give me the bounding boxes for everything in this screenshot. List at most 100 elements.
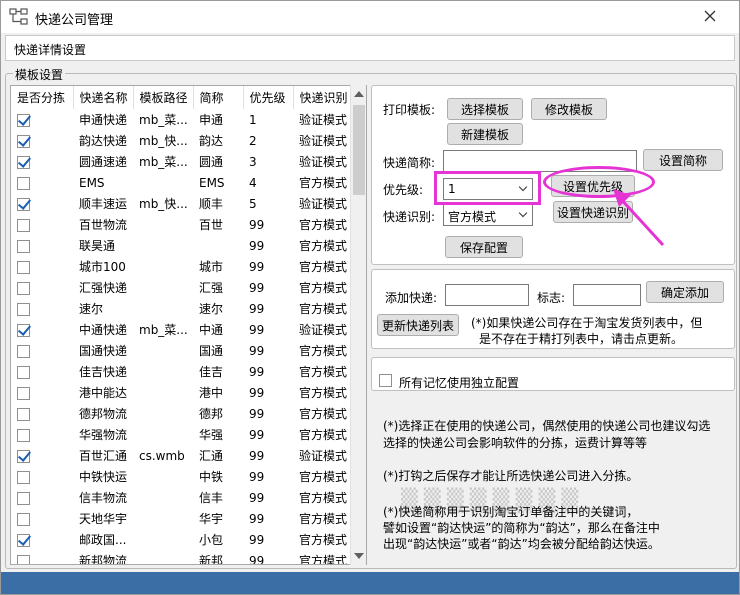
scroll-up-icon[interactable]: [354, 91, 364, 97]
sort-checkbox[interactable]: [17, 176, 30, 190]
abbr-cell: 港中: [199, 386, 224, 400]
abbr-cell: 城市: [199, 260, 224, 274]
recognition-select[interactable]: 官方模式: [443, 204, 533, 226]
table-row[interactable]: 韵达快递 mb_快... 韵达 2 验证模式: [11, 130, 351, 151]
table-row[interactable]: EMS EMS 4 官方模式: [11, 172, 351, 193]
sort-cell: [11, 424, 73, 445]
priority-cell: 99: [249, 280, 265, 295]
table-row[interactable]: 顺丰速运 mb_快... 顺丰 5 验证模式: [11, 193, 351, 214]
table-scrollbar[interactable]: [350, 85, 366, 565]
confirm-add-button[interactable]: 确定添加: [646, 281, 724, 303]
scroll-thumb[interactable]: [353, 105, 365, 195]
print-template-label: 打印模板:: [383, 103, 436, 117]
column-header-recognition[interactable]: 快递识别: [293, 86, 352, 109]
table-row[interactable]: 城市100 城市 99 官方模式: [11, 256, 351, 277]
table-row[interactable]: 中铁快运 中铁 99 官方模式: [11, 466, 351, 487]
recognition-cell: 官方模式: [299, 512, 348, 526]
sort-checkbox[interactable]: [17, 344, 30, 358]
table-row[interactable]: 港中能达 港中 99 官方模式: [11, 382, 351, 403]
sort-checkbox[interactable]: [17, 386, 30, 400]
column-header-abbr[interactable]: 简称: [193, 86, 244, 109]
courier-name-cell: 顺丰速运: [79, 197, 128, 211]
sort-cell: [11, 361, 73, 382]
sort-checkbox[interactable]: [17, 512, 30, 526]
template-path-cell: cs.wmb: [139, 448, 185, 463]
sort-checkbox[interactable]: [17, 533, 30, 547]
table-row[interactable]: 邮政国... 小包 99 官方模式: [11, 529, 351, 550]
save-config-button[interactable]: 保存配置: [445, 236, 523, 258]
sort-checkbox[interactable]: [17, 449, 30, 463]
sort-cell: [11, 487, 73, 508]
recognition-cell: 官方模式: [299, 554, 348, 565]
sort-checkbox[interactable]: [17, 281, 30, 295]
recognition-cell: 官方模式: [299, 344, 348, 358]
set-abbr-button[interactable]: 设置简称: [643, 149, 723, 171]
recognition-cell: 验证模式: [299, 449, 348, 463]
table-header-row: 是否分拣 快递名称 模板路径 简称 优先级 快递识别: [11, 86, 352, 109]
sort-checkbox[interactable]: [17, 491, 30, 505]
sort-checkbox[interactable]: [17, 554, 30, 564]
update-list-button[interactable]: 更新快递列表: [377, 314, 459, 336]
memory-config-label: 所有记忆使用独立配置: [399, 376, 520, 390]
note-line2: 选择的快递公司会影响软件的分拣，运费计算等等: [383, 436, 648, 450]
courier-table: 是否分拣 快递名称 模板路径 简称 优先级 快递识别 申通快递 mb_菜... 申通…: [10, 85, 367, 565]
table-row[interactable]: 联昊通 99 官方模式: [11, 235, 351, 256]
mark-input[interactable]: [573, 284, 641, 306]
new-template-button[interactable]: 新建模板: [447, 123, 523, 145]
title-bar: 快递公司管理: [1, 1, 739, 33]
table-row[interactable]: 申通快递 mb_菜... 申通 1 验证模式: [11, 109, 351, 130]
table-row[interactable]: 国通快递 国通 99 官方模式: [11, 340, 351, 361]
add-courier-label: 添加快递:: [385, 291, 438, 305]
column-header-sort[interactable]: 是否分拣: [11, 86, 74, 109]
add-courier-input[interactable]: [445, 284, 529, 306]
template-path-cell: mb_菜...: [139, 155, 188, 169]
column-header-path[interactable]: 模板路径: [133, 86, 194, 109]
abbr-cell: 国通: [199, 344, 224, 358]
courier-name-cell: 新邦物流: [79, 554, 128, 565]
sort-checkbox[interactable]: [17, 155, 30, 169]
courier-grid: 是否分拣 快递名称 模板路径 简称 优先级 快递识别 申通快递 mb_菜... 申通…: [11, 86, 352, 565]
priority-cell: 2: [249, 133, 257, 148]
table-row[interactable]: 天地华宇 华宇 99 官方模式: [11, 508, 351, 529]
table-row[interactable]: 百世物流 百世 99 官方模式: [11, 214, 351, 235]
table-row[interactable]: 圆通速递 mb_菜... 圆通 3 验证模式: [11, 151, 351, 172]
sort-checkbox[interactable]: [17, 134, 30, 148]
recognition-cell: 官方模式: [299, 239, 348, 253]
column-header-name[interactable]: 快递名称: [73, 86, 134, 109]
close-button[interactable]: [685, 1, 735, 31]
table-row[interactable]: 华强物流 华强 99 官方模式: [11, 424, 351, 445]
sort-checkbox[interactable]: [17, 302, 30, 316]
sort-checkbox[interactable]: [17, 470, 30, 484]
modify-template-button[interactable]: 修改模板: [531, 98, 607, 120]
recognition-cell: 官方模式: [299, 533, 348, 547]
sort-checkbox[interactable]: [17, 218, 30, 232]
template-settings-title: 模板设置: [13, 66, 66, 83]
scroll-down-icon[interactable]: [354, 553, 364, 559]
table-row[interactable]: 速尔 速尔 99 官方模式: [11, 298, 351, 319]
sort-checkbox[interactable]: [17, 239, 30, 253]
table-row[interactable]: 信丰物流 信丰 99 官方模式: [11, 487, 351, 508]
courier-name-cell: 城市100: [79, 260, 126, 274]
sort-checkbox[interactable]: [17, 428, 30, 442]
table-row[interactable]: 新邦物流 新邦 99 官方模式: [11, 550, 351, 565]
courier-name-cell: 联昊通: [79, 239, 116, 253]
table-row[interactable]: 德邦物流 德邦 99 官方模式: [11, 403, 351, 424]
sort-cell: [11, 130, 73, 151]
priority-cell: 99: [249, 301, 265, 316]
column-header-priority[interactable]: 优先级: [243, 86, 294, 109]
select-template-button[interactable]: 选择模板: [447, 98, 523, 120]
abbr-cell: 百世: [199, 218, 224, 232]
sort-checkbox[interactable]: [17, 323, 30, 337]
table-row[interactable]: 中通快递 mb_菜... 中通 99 验证模式: [11, 319, 351, 340]
sort-checkbox[interactable]: [17, 113, 30, 127]
table-row[interactable]: 百世汇通 cs.wmb 汇通 99 验证模式: [11, 445, 351, 466]
sort-checkbox[interactable]: [17, 407, 30, 421]
sort-checkbox[interactable]: [17, 365, 30, 379]
memory-config-checkbox[interactable]: [379, 374, 392, 387]
sort-checkbox[interactable]: [17, 197, 30, 211]
table-row[interactable]: 佳吉快递 佳吉 99 官方模式: [11, 361, 351, 382]
sort-cell: [11, 403, 73, 424]
table-row[interactable]: 汇强快递 汇强 99 官方模式: [11, 277, 351, 298]
recognition-label: 快递识别:: [383, 210, 436, 224]
sort-checkbox[interactable]: [17, 260, 30, 274]
